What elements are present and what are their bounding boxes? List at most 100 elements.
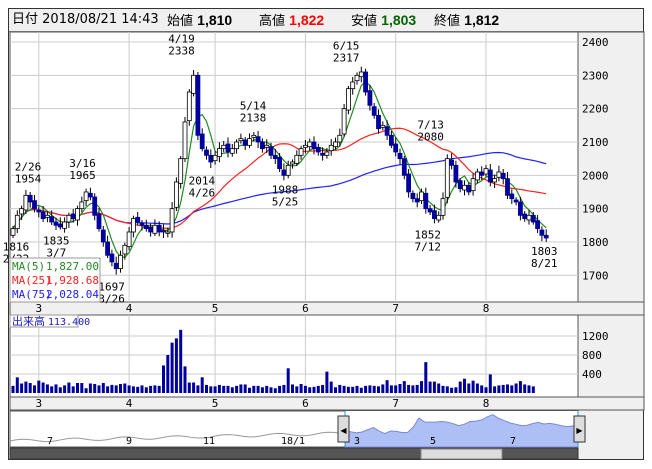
volume-bar <box>192 382 196 393</box>
volume-tick-label: 800 <box>582 349 602 362</box>
candle <box>40 211 46 220</box>
candle <box>290 161 295 165</box>
volume-value: 113.400 <box>48 317 90 328</box>
volume-bar <box>50 386 54 393</box>
navigator-left-handle[interactable]: ◀ <box>337 415 350 443</box>
candle <box>62 221 67 229</box>
volume-bar <box>67 382 71 393</box>
volume-bar <box>420 381 423 393</box>
volume-bar <box>518 381 522 393</box>
volume-bar <box>28 383 32 393</box>
volume-bar <box>127 385 131 393</box>
volume-bar <box>355 385 359 393</box>
candle <box>204 149 209 156</box>
volume-bar <box>291 384 294 393</box>
candle <box>152 224 158 234</box>
volume-bar <box>209 386 213 393</box>
price-tick-label: 1700 <box>582 269 609 282</box>
candle <box>530 214 536 223</box>
volume-bar <box>385 380 389 393</box>
candle <box>496 171 502 178</box>
candle <box>156 224 162 233</box>
candle <box>500 172 506 180</box>
candle <box>285 164 291 176</box>
volume-bar <box>213 386 217 393</box>
candle <box>225 143 231 153</box>
volume-bar <box>295 386 299 393</box>
annotation-price: 2317 <box>333 52 360 65</box>
volume-bar <box>196 385 200 393</box>
navigator-right-arrow-icon: ▶ <box>576 426 583 435</box>
candle <box>431 210 437 220</box>
volume-bar <box>471 380 475 393</box>
candle <box>414 198 420 203</box>
volume-bar <box>15 377 19 393</box>
volume-bar <box>368 385 372 393</box>
candle <box>234 141 240 150</box>
candle <box>281 169 287 176</box>
candle <box>470 178 476 192</box>
candle <box>328 144 334 152</box>
candle <box>83 191 89 202</box>
candle <box>453 164 459 183</box>
navigator-right-handle[interactable]: ▶ <box>573 415 586 443</box>
volume-bar <box>20 383 24 393</box>
volume-bar <box>303 385 307 393</box>
annotation-date: 4/26 <box>189 187 216 200</box>
candle <box>333 141 338 148</box>
volume-bar <box>351 386 355 393</box>
candle <box>165 231 171 234</box>
volume-bar <box>523 384 527 393</box>
annotation-price: 2338 <box>168 45 195 58</box>
candle <box>182 121 188 160</box>
volume-bar <box>389 385 393 393</box>
candle <box>75 208 80 221</box>
volume-bar <box>364 385 368 393</box>
month-label: 7 <box>392 302 399 315</box>
volume-bar <box>432 381 436 393</box>
candle <box>10 228 16 236</box>
volume-bar <box>445 386 449 393</box>
volume-bar <box>76 383 79 393</box>
candle <box>341 108 347 135</box>
candle <box>122 244 128 255</box>
volume-bar <box>243 384 247 393</box>
volume-bar <box>106 386 110 393</box>
volume-bar <box>252 385 256 393</box>
annotation-price: 2080 <box>417 131 444 144</box>
legend-value: 1,827.00 <box>46 260 99 273</box>
volume-bar <box>80 383 84 393</box>
candle <box>247 138 252 146</box>
volume-bar <box>84 388 88 393</box>
month-label: 8 <box>483 302 490 315</box>
candle <box>92 196 98 216</box>
candle <box>298 148 304 156</box>
volume-bar <box>153 385 157 393</box>
chart-canvas[interactable]: 2400 2300 2200 2100 2000 1900 1800 1700 1200 800 4… <box>0 0 652 469</box>
annotation-date: 7/12 <box>414 241 441 254</box>
volume-bar <box>428 381 432 393</box>
candle <box>238 138 244 142</box>
scrollbar-thumb[interactable] <box>420 448 503 460</box>
annotation-date: 3/7 <box>46 246 66 259</box>
volume-bar <box>372 385 376 393</box>
volume-bar <box>497 385 501 393</box>
candle <box>522 213 528 220</box>
candle <box>294 154 300 164</box>
candle <box>376 114 381 130</box>
volume-bar <box>321 384 325 393</box>
navigator-label: 5 <box>430 436 436 447</box>
navigator-label: 3 <box>354 436 360 447</box>
candle <box>380 124 386 128</box>
volume-bar <box>346 386 350 393</box>
annotation-date: 5/25 <box>272 195 299 208</box>
month-label: 7 <box>392 397 399 410</box>
volume-bar <box>37 380 41 393</box>
candle <box>14 214 20 230</box>
ma-legend: MA(5) 1,827.00MA(25)1,928.68MA(75)2,028.0… <box>9 257 101 303</box>
volume-bar <box>88 383 92 393</box>
candle <box>126 231 132 248</box>
candle <box>526 214 532 221</box>
volume-bar <box>58 387 62 393</box>
candle <box>535 220 540 230</box>
